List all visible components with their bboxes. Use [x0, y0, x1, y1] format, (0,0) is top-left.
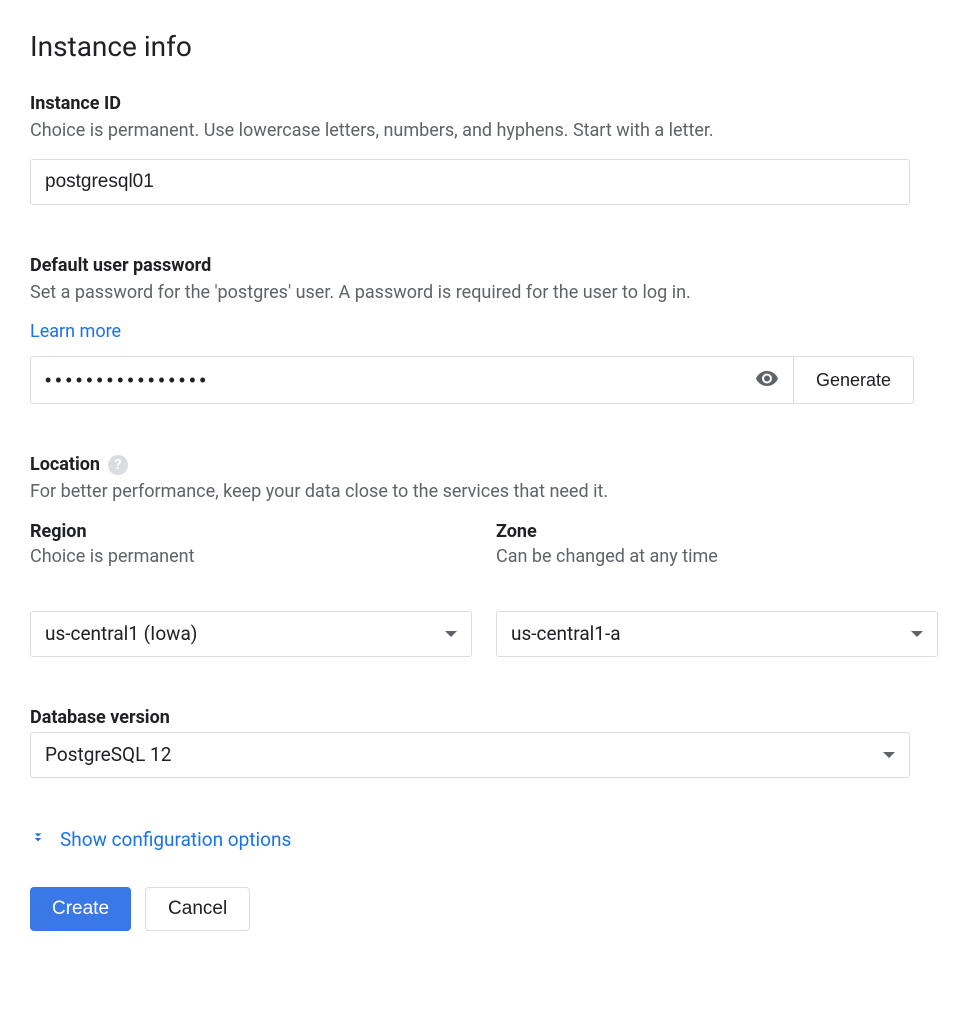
- chevron-down-icon: [445, 631, 457, 637]
- cancel-button[interactable]: Cancel: [145, 887, 250, 931]
- location-help: For better performance, keep your data c…: [30, 479, 926, 504]
- zone-label: Zone: [496, 521, 938, 542]
- db-version-label: Database version: [30, 707, 926, 728]
- chevron-down-icon: [911, 631, 923, 637]
- instance-id-help: Choice is permanent. Use lowercase lette…: [30, 118, 926, 143]
- double-chevron-down-icon: [30, 828, 46, 851]
- region-help: Choice is permanent: [30, 546, 472, 567]
- instance-id-label: Instance ID: [30, 93, 926, 114]
- generate-button[interactable]: Generate: [793, 356, 914, 404]
- password-section: Default user password Set a password for…: [30, 255, 926, 404]
- location-section: Location ? For better performance, keep …: [30, 454, 926, 656]
- show-config-toggle[interactable]: Show configuration options: [30, 828, 926, 851]
- db-version-value: PostgreSQL 12: [45, 743, 171, 766]
- help-icon[interactable]: ?: [108, 455, 128, 475]
- location-label-text: Location: [30, 454, 100, 475]
- create-button[interactable]: Create: [30, 887, 131, 931]
- instance-id-section: Instance ID Choice is permanent. Use low…: [30, 93, 926, 205]
- show-password-button[interactable]: [751, 363, 783, 398]
- learn-more-link[interactable]: Learn more: [30, 321, 121, 342]
- region-column: Region Choice is permanent us-central1 (…: [30, 521, 472, 657]
- db-version-section: Database version PostgreSQL 12: [30, 707, 926, 778]
- zone-select[interactable]: us-central1-a: [496, 611, 938, 657]
- page-title: Instance info: [30, 30, 926, 63]
- eye-icon: [755, 367, 779, 394]
- show-config-label: Show configuration options: [60, 828, 291, 851]
- region-label: Region: [30, 521, 472, 542]
- button-row: Create Cancel: [30, 887, 926, 931]
- zone-help: Can be changed at any time: [496, 546, 938, 567]
- zone-column: Zone Can be changed at any time us-centr…: [496, 521, 938, 657]
- location-label: Location ?: [30, 454, 926, 475]
- db-version-select[interactable]: PostgreSQL 12: [30, 732, 910, 778]
- region-value: us-central1 (Iowa): [45, 622, 197, 645]
- password-help: Set a password for the 'postgres' user. …: [30, 280, 926, 305]
- region-select[interactable]: us-central1 (Iowa): [30, 611, 472, 657]
- password-input[interactable]: [30, 356, 793, 404]
- zone-value: us-central1-a: [511, 622, 621, 645]
- instance-id-input[interactable]: [30, 159, 910, 205]
- password-label: Default user password: [30, 255, 926, 276]
- chevron-down-icon: [883, 752, 895, 758]
